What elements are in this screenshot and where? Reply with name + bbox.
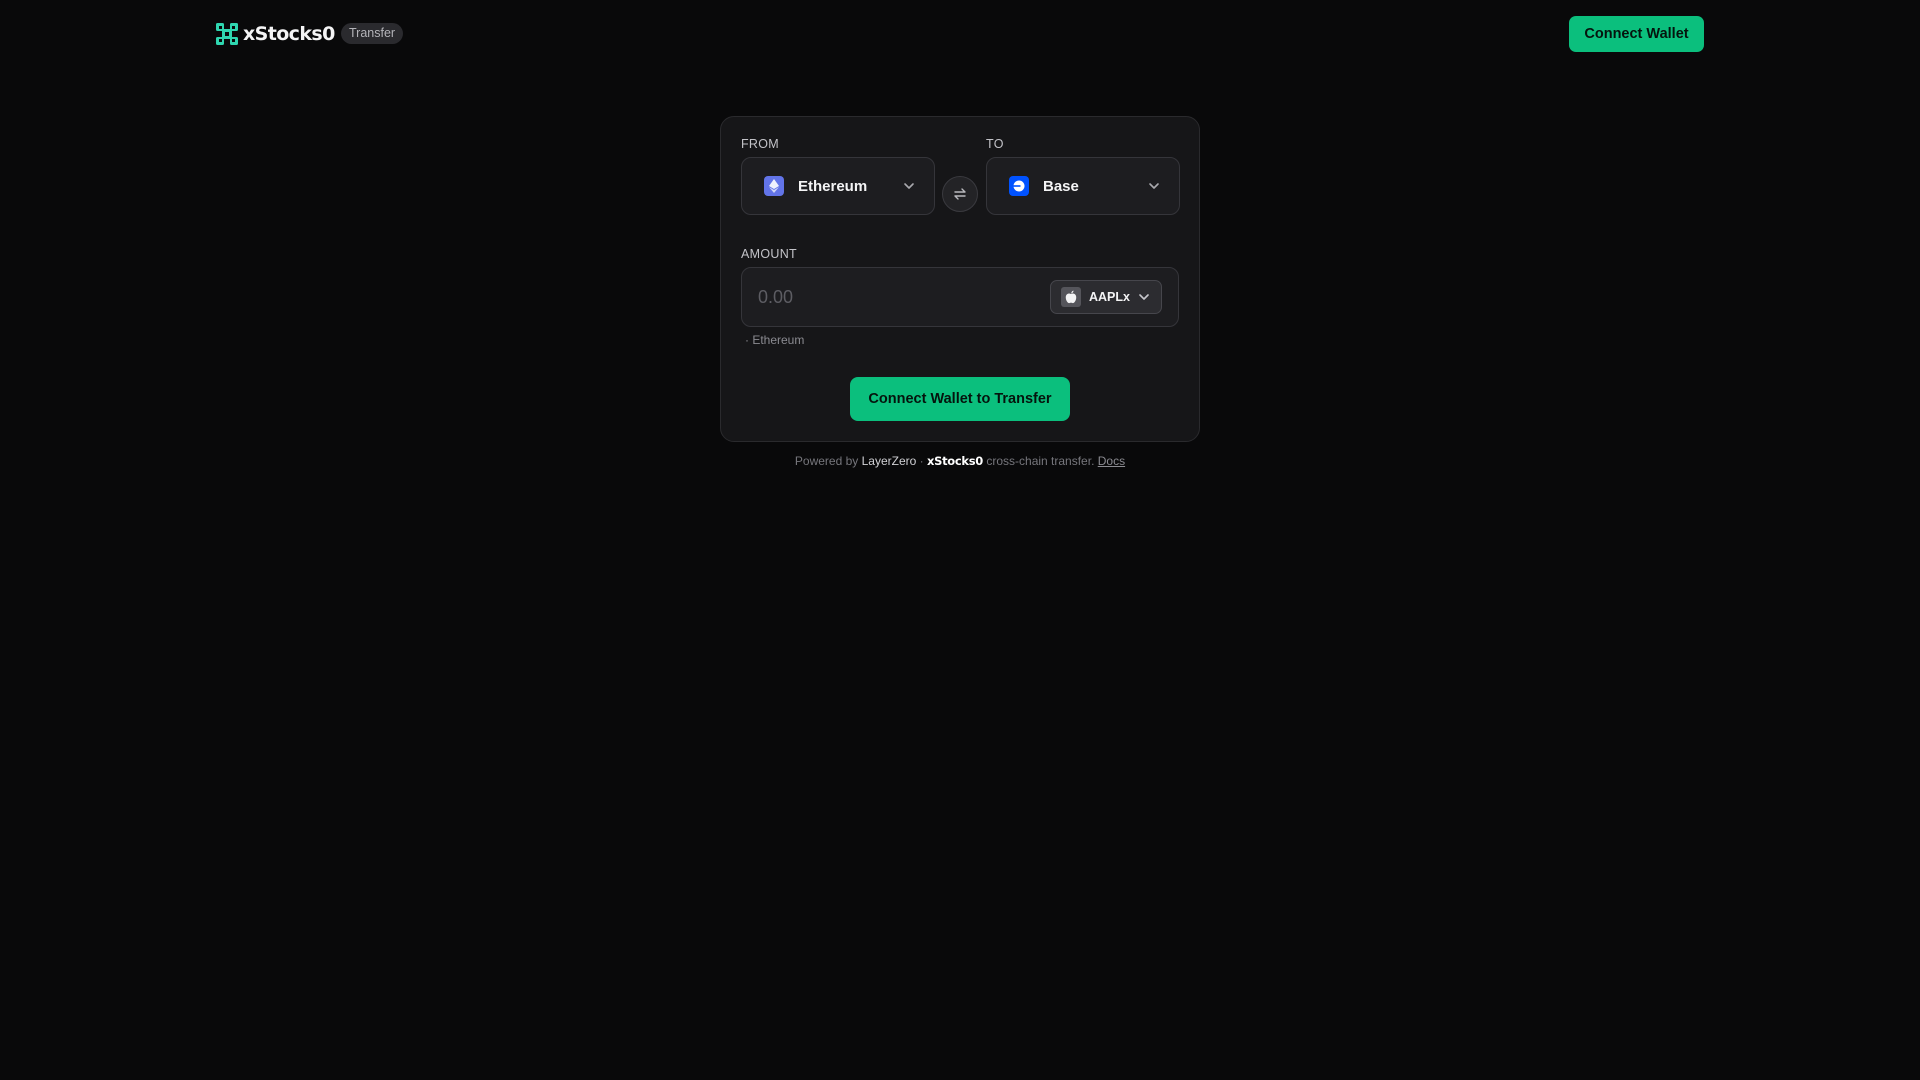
brand-logo[interactable]: xStocks0: [215, 21, 335, 47]
footer-prefix: Powered by: [794, 454, 859, 468]
connect-wallet-to-transfer-button[interactable]: Connect Wallet to Transfer: [850, 377, 1070, 421]
amount-label: AMOUNT: [741, 247, 797, 261]
base-icon: [1009, 176, 1029, 196]
to-chain-name: Base: [1043, 177, 1079, 195]
top-bar: xStocks0 Transfer Connect Wallet: [0, 0, 1920, 68]
ethereum-icon: [764, 176, 784, 196]
transfer-card: FROM TO Ethereum Base AMOUNT 0.00 AAPLx …: [720, 116, 1200, 442]
swap-arrows-icon: [954, 188, 966, 200]
swap-chains-button[interactable]: [942, 176, 978, 212]
footer-note: Powered by LayerZero · xStocks0 cross-ch…: [720, 453, 1200, 469]
connect-wallet-button[interactable]: Connect Wallet: [1569, 16, 1704, 52]
xstocks-logo-icon: [216, 23, 238, 45]
token-select[interactable]: AAPLx: [1050, 280, 1162, 314]
amount-input[interactable]: [758, 282, 1018, 312]
from-chain-name: Ethereum: [798, 177, 868, 195]
chevron-down-icon: [904, 183, 914, 189]
from-label: FROM: [741, 137, 779, 151]
footer-brand: xStocks0: [927, 454, 984, 468]
amount-chain-note: · Ethereum: [745, 333, 805, 347]
chevron-down-icon: [1139, 294, 1149, 300]
apple-icon: [1061, 287, 1081, 307]
to-chain-select[interactable]: Base: [986, 157, 1180, 215]
chevron-down-icon: [1149, 183, 1159, 189]
docs-link[interactable]: Docs: [1098, 454, 1125, 468]
footer-suffix: cross-chain transfer.: [986, 454, 1095, 468]
to-label: TO: [986, 137, 1004, 151]
footer-separator: ·: [919, 454, 924, 468]
brand-name: xStocks0: [243, 23, 335, 45]
amount-field: AAPLx: [741, 267, 1179, 327]
footer-provider: LayerZero: [861, 454, 917, 468]
page-badge: Transfer: [341, 23, 404, 44]
from-chain-select[interactable]: Ethereum: [741, 157, 935, 215]
token-name: AAPLx: [1089, 290, 1130, 304]
